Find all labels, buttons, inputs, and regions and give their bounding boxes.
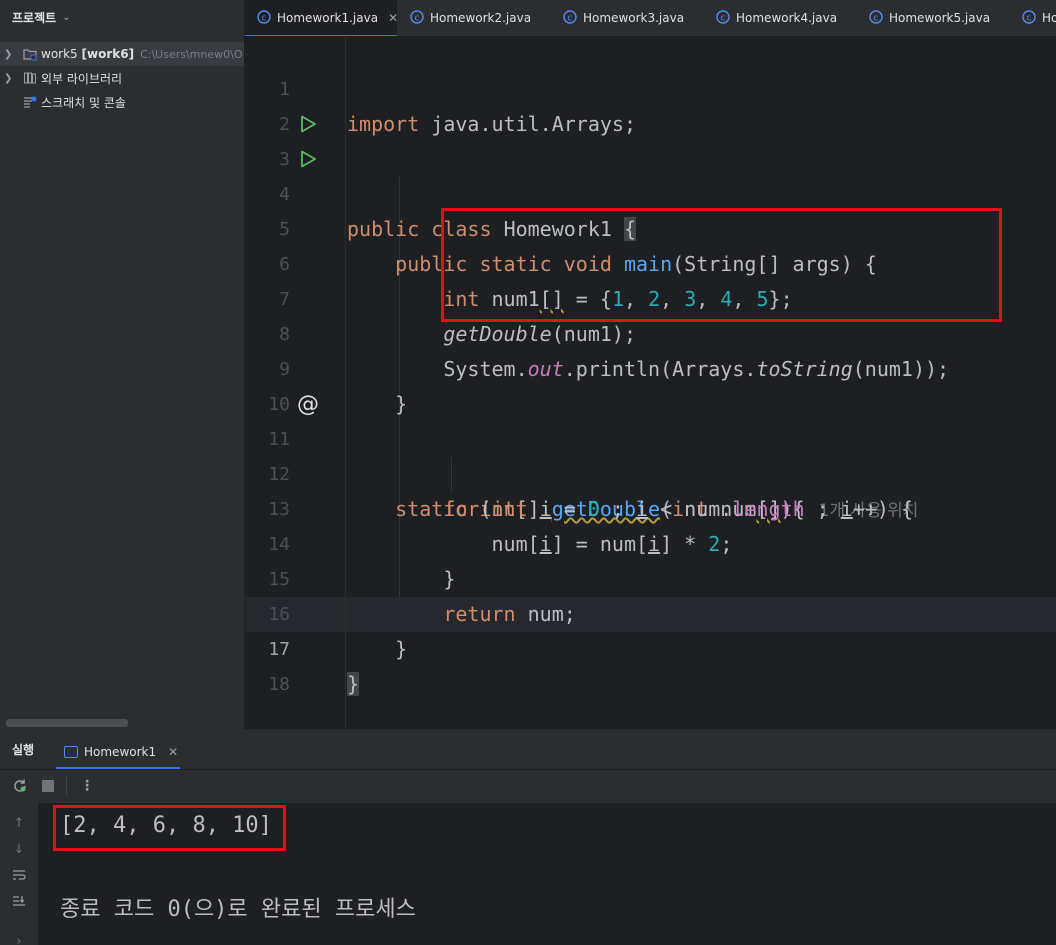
tree-label-scratches: 스크래치 및 콘솔 (41, 95, 126, 110)
svg-text:c: c (262, 13, 267, 23)
project-name: work5 (41, 47, 78, 61)
project-path: C:\Users\mnew0\O (140, 47, 243, 61)
code-line-16: 16 } (245, 562, 1056, 661)
ide-window: 프로젝트 ⌄ ❯ work5 [work6] C:\Users\mnew0\O … (0, 0, 1056, 945)
code-line-17: 17 } (245, 597, 1056, 696)
highlight-box-code (441, 208, 1002, 322)
code-line-12: 12 for(int i = 0 ; i < num.length ; i++)… (245, 422, 1056, 521)
code-line-4: 4 public static void main(String[] args)… (245, 142, 1056, 276)
tab-homework3[interactable]: c Homework3.java (563, 0, 684, 36)
java-class-icon: c (716, 9, 730, 27)
project-panel-header[interactable]: 프로젝트 ⌄ (0, 0, 244, 34)
svg-text:c: c (568, 13, 573, 23)
svg-text:c: c (721, 13, 726, 23)
chevron-right-icon[interactable]: › (11, 933, 27, 945)
run-tab-homework1[interactable]: Homework1 ✕ (56, 735, 180, 769)
usages-gutter-icon[interactable]: @ (297, 392, 319, 417)
library-icon (22, 70, 38, 86)
chevron-right-icon[interactable]: ❯ (4, 49, 16, 60)
code-editor[interactable]: 1 import java.util.Arrays; 2 3 public cl… (245, 37, 1056, 729)
java-class-icon: c (869, 9, 883, 27)
code-line-11: 11 @ static int[] getDouble(int num[]){1… (245, 387, 1056, 522)
arrow-up-icon[interactable]: ↑ (11, 815, 27, 831)
horizontal-scrollbar[interactable] (6, 719, 128, 727)
highlight-box-output (53, 805, 286, 851)
tab-label: Homework4.java (736, 11, 838, 25)
stop-icon[interactable] (40, 778, 56, 794)
code-line-2: 2 (245, 72, 1056, 135)
tab-homework5[interactable]: c Homework5.java (869, 0, 990, 36)
svg-text:c: c (415, 13, 420, 23)
svg-text:c: c (1027, 13, 1032, 23)
folder-icon (22, 46, 38, 62)
tree-item-scratches[interactable]: 스크래치 및 콘솔 (0, 90, 244, 114)
rerun-icon[interactable] (12, 778, 28, 794)
run-title[interactable]: 실행 (12, 741, 34, 758)
chevron-right-icon[interactable]: ❯ (4, 73, 16, 84)
code-line-3: 3 public class Homework1 { (245, 107, 1056, 241)
close-icon[interactable]: ✕ (388, 11, 398, 25)
project-panel: 프로젝트 ⌄ ❯ work5 [work6] C:\Users\mnew0\O … (0, 0, 245, 729)
line-number: 18 (268, 674, 290, 695)
tab-label: Ho (1042, 11, 1056, 25)
scroll-to-end-icon[interactable] (11, 893, 27, 909)
tab-label: Homework5.java (889, 11, 991, 25)
tree-label-external-libraries: 외부 라이브러리 (41, 71, 123, 86)
arrow-down-icon[interactable]: ↓ (11, 841, 27, 857)
tab-homework1[interactable]: c Homework1.java ✕ (245, 0, 398, 36)
code-line-10: 10 (245, 352, 1056, 415)
editor-tab-bar: c Homework1.java ✕ c Homework2.java c Ho… (245, 0, 1056, 37)
module-name: [work6] (81, 47, 135, 61)
tree-item-external-libraries[interactable]: ❯ 외부 라이브러리 (0, 66, 244, 90)
run-gutter-icon[interactable] (297, 113, 319, 135)
java-class-icon: c (410, 9, 424, 27)
code-line-1: 1 import java.util.Arrays; (245, 37, 1056, 136)
java-class-icon: c (1022, 9, 1036, 27)
tab-homework6-truncated[interactable]: c Ho (1022, 0, 1056, 36)
tab-label: Homework1.java (277, 11, 379, 25)
project-panel-title: 프로젝트 (12, 10, 57, 25)
code-line-18: 18 (245, 632, 1056, 695)
console-icon (64, 746, 78, 758)
code-line-13: 13 num[i] = num[i] * 2; (245, 457, 1056, 556)
console-side-toolbar: ↑ ↓ › (0, 803, 38, 945)
more-options-icon[interactable]: ⋮ (79, 778, 95, 794)
scratch-console-icon (22, 94, 38, 110)
tab-label: Homework2.java (430, 11, 532, 25)
run-toolbar: ⋮ (0, 770, 1056, 802)
code-line-9: 9 } (245, 317, 1056, 416)
tab-homework4[interactable]: c Homework4.java (716, 0, 837, 36)
svg-text:c: c (874, 13, 879, 23)
java-class-icon: c (257, 9, 271, 27)
code-line-5: 5 (245, 177, 1056, 240)
tree-item-project[interactable]: ❯ work5 [work6] C:\Users\mnew0\O (0, 42, 244, 66)
close-icon[interactable]: ✕ (168, 745, 178, 759)
run-gutter-icon[interactable] (297, 148, 319, 170)
chevron-down-icon[interactable]: ⌄ (62, 12, 70, 23)
run-tab-label: Homework1 (84, 745, 157, 759)
java-class-icon: c (563, 9, 577, 27)
console-exit-line: 종료 코드 0(으)로 완료된 프로세스 (60, 897, 416, 922)
run-header: 실행 Homework1 ✕ (0, 729, 1056, 770)
code-line-15: 15 return num; (245, 527, 1056, 626)
soft-wrap-icon[interactable] (11, 867, 27, 883)
tab-homework2[interactable]: c Homework2.java (410, 0, 531, 36)
code-line-14: 14 } (245, 492, 1056, 591)
run-tool-window: 실행 Homework1 ✕ ⋮ ↑ ↓ › [2, 4, 6, 8, 10] … (0, 729, 1056, 945)
tab-label: Homework3.java (583, 11, 685, 25)
